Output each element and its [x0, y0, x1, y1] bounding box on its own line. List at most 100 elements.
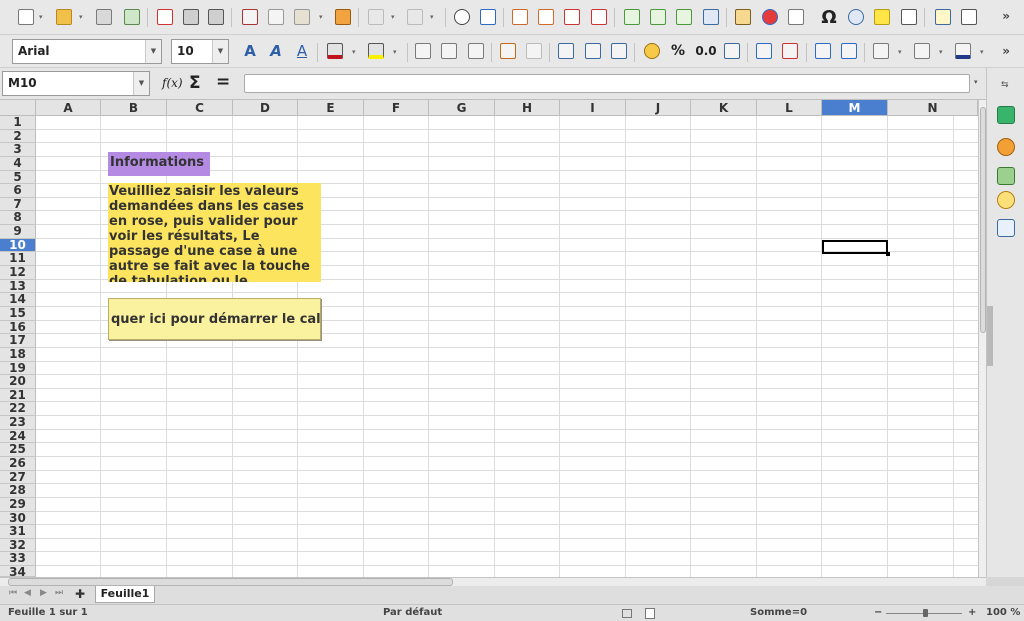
increase-indent-icon[interactable]	[813, 41, 833, 61]
toolbar-overflow-button[interactable]: »	[1002, 44, 1010, 58]
insert-chart-icon[interactable]	[760, 7, 780, 27]
column-header[interactable]: D	[233, 100, 298, 116]
column-header[interactable]: J	[626, 100, 691, 116]
clone-formatting-icon[interactable]	[333, 7, 353, 27]
formula-input[interactable]	[244, 74, 970, 93]
column-header[interactable]: E	[298, 100, 364, 116]
percent-format-button[interactable]: %	[668, 41, 688, 61]
print-icon[interactable]	[181, 7, 201, 27]
save-icon[interactable]	[94, 7, 114, 27]
sum-indicator[interactable]: Somme=0	[750, 605, 807, 621]
row-header[interactable]: 33	[0, 552, 36, 567]
column-header[interactable]: B	[101, 100, 167, 116]
sidebar-menu-icon[interactable]: ⇆	[1001, 80, 1009, 90]
row-header[interactable]: 8	[0, 211, 36, 226]
borders-icon[interactable]	[871, 41, 891, 61]
row-header[interactable]: 12	[0, 266, 36, 280]
paste-dropdown-arrow[interactable]: ▾	[319, 13, 323, 21]
open-folder-icon[interactable]	[54, 7, 74, 27]
insert-image-icon[interactable]	[733, 7, 753, 27]
decrease-indent-icon[interactable]	[839, 41, 859, 61]
zoom-out-button[interactable]: −	[874, 605, 882, 621]
column-header[interactable]: N	[888, 100, 978, 116]
row-header[interactable]: 29	[0, 498, 36, 512]
undo-icon[interactable]	[366, 7, 386, 27]
row-header[interactable]: 7	[0, 198, 36, 212]
sheet-tab[interactable]: Feuille1	[95, 586, 155, 603]
active-cell-cursor[interactable]	[822, 240, 890, 256]
freeze-rows-columns-icon[interactable]	[959, 7, 979, 27]
chevron-down-icon[interactable]: ▼	[145, 40, 161, 63]
column-header[interactable]: A	[36, 100, 101, 116]
new-dropdown-arrow[interactable]: ▾	[39, 13, 43, 21]
headers-footers-icon[interactable]	[899, 7, 919, 27]
sort-descending-icon[interactable]	[674, 7, 694, 27]
start-calculation-button[interactable]: quer ici pour démarrer le calcul	[108, 298, 321, 340]
toolbar-overflow-button[interactable]: »	[1002, 9, 1010, 23]
row-header[interactable]: 13	[0, 279, 36, 294]
sort-ascending-icon[interactable]	[648, 7, 668, 27]
font-size-combobox[interactable]: 10 ▼	[171, 39, 229, 64]
cut-icon[interactable]	[240, 7, 260, 27]
sum-button[interactable]: Σ	[189, 73, 201, 93]
row-header[interactable]: 19	[0, 361, 36, 376]
background-color-icon[interactable]	[366, 41, 386, 61]
date-format-icon[interactable]	[722, 41, 742, 61]
row-header[interactable]: 9	[0, 225, 36, 239]
row-header[interactable]: 18	[0, 348, 36, 362]
pivot-table-icon[interactable]	[786, 7, 806, 27]
align-bottom-icon[interactable]	[609, 41, 629, 61]
row-header[interactable]: 17	[0, 334, 36, 348]
zoom-in-button[interactable]: +	[968, 605, 976, 621]
borders-dropdown-arrow[interactable]: ▾	[898, 48, 902, 56]
function-wizard-button[interactable]: f(x)	[162, 76, 183, 90]
paste-icon[interactable]	[292, 7, 312, 27]
last-sheet-icon[interactable]: ⏭	[55, 588, 63, 598]
row-header[interactable]: 1	[0, 116, 36, 130]
add-sheet-button[interactable]: ✚	[75, 587, 85, 601]
row-header[interactable]: 23	[0, 416, 36, 430]
next-sheet-icon[interactable]: ▶	[40, 588, 47, 598]
gallery-icon[interactable]	[997, 167, 1015, 185]
delete-decimal-place-icon[interactable]	[780, 41, 800, 61]
special-character-icon[interactable]: Ω	[819, 7, 839, 28]
font-color-icon[interactable]	[325, 41, 345, 61]
bold-icon[interactable]: A	[240, 41, 260, 61]
info-text-box[interactable]: Veuilliez saisir les valeurs demandées d…	[108, 183, 321, 282]
align-center-icon[interactable]	[439, 41, 459, 61]
column-header[interactable]: C	[167, 100, 233, 116]
sidebar-collapse-handle[interactable]	[987, 306, 993, 366]
define-print-area-icon[interactable]	[933, 7, 953, 27]
border-color-dropdown-arrow[interactable]: ▾	[980, 48, 984, 56]
row-header[interactable]: 28	[0, 484, 36, 498]
document-modified-icon[interactable]	[645, 608, 655, 619]
selection-mode-icon[interactable]	[622, 609, 632, 618]
select-all-corner[interactable]	[0, 100, 36, 116]
font-color-dropdown-arrow[interactable]: ▾	[352, 48, 356, 56]
column-header[interactable]: F	[364, 100, 429, 116]
column-header[interactable]: H	[495, 100, 560, 116]
properties-icon[interactable]	[997, 106, 1015, 124]
column-header[interactable]: L	[757, 100, 822, 116]
vertical-scrollbar[interactable]	[978, 100, 986, 577]
add-decimal-place-icon[interactable]	[754, 41, 774, 61]
chevron-down-icon[interactable]: ▼	[133, 72, 149, 95]
border-style-dropdown-arrow[interactable]: ▾	[939, 48, 943, 56]
border-style-icon[interactable]	[912, 41, 932, 61]
row-header[interactable]: 32	[0, 539, 36, 553]
formula-button[interactable]: =	[216, 72, 230, 92]
print-preview-icon[interactable]	[206, 7, 226, 27]
row-header[interactable]: 27	[0, 470, 36, 485]
row-header[interactable]: 5	[0, 170, 36, 185]
row-header[interactable]: 6	[0, 184, 36, 198]
expand-formula-bar-arrow[interactable]: ▾	[974, 78, 978, 86]
row-header[interactable]: 30	[0, 511, 36, 526]
number-format-button[interactable]: 0.0	[694, 41, 718, 61]
align-right-icon[interactable]	[466, 41, 486, 61]
redo-icon[interactable]	[405, 7, 425, 27]
chevron-down-icon[interactable]: ▼	[212, 40, 228, 63]
row-header[interactable]: 26	[0, 457, 36, 471]
horizontal-scrollbar[interactable]	[0, 577, 986, 586]
row-header[interactable]: 21	[0, 388, 36, 403]
sort-icon[interactable]	[622, 7, 642, 27]
